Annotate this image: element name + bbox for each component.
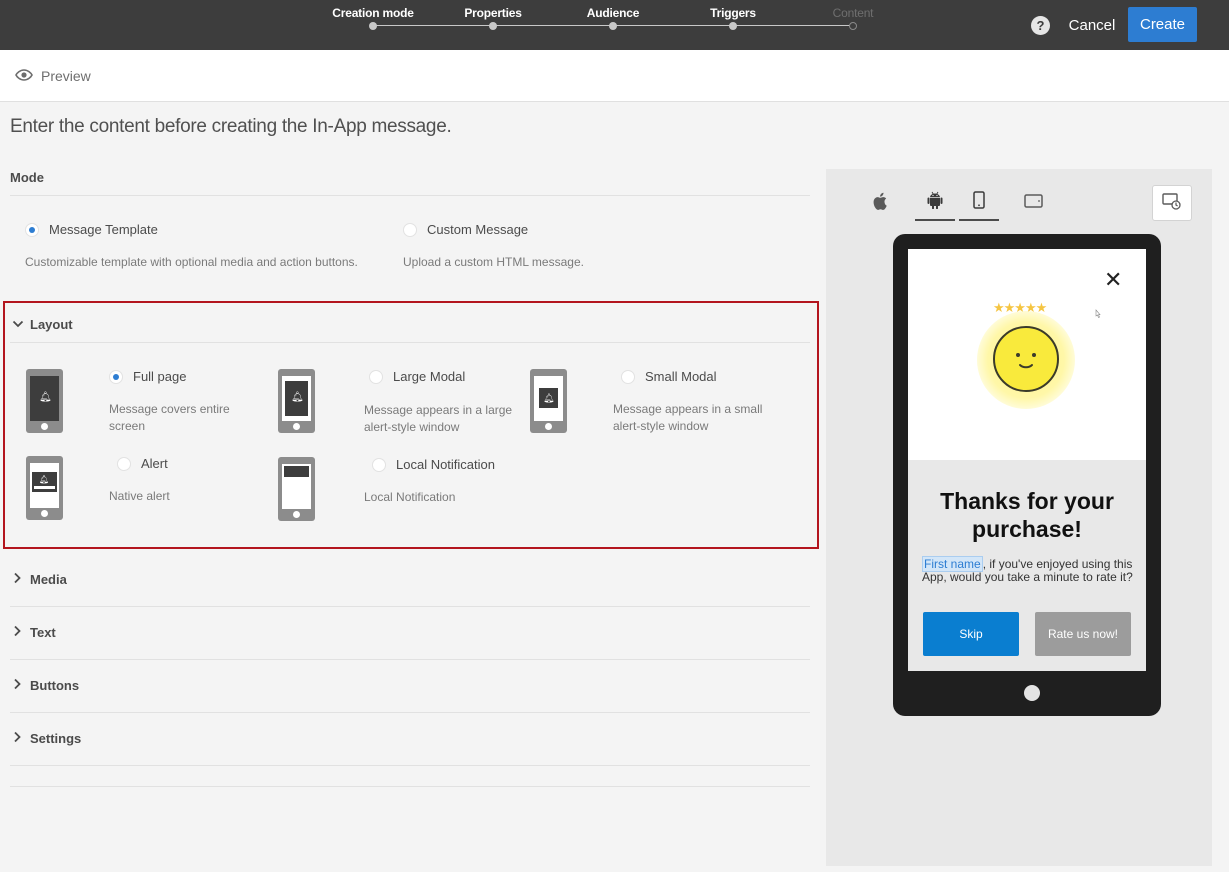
mode-option-custom-message[interactable]: Custom Message <box>403 222 528 237</box>
section-label: Buttons <box>30 678 80 693</box>
step-dot <box>369 22 377 30</box>
message-media: ✕ ★★★★★ <box>908 249 1146 460</box>
section-media[interactable]: Media <box>10 554 810 607</box>
step-dot <box>609 22 617 30</box>
option-description: Upload a custom HTML message. <box>403 255 584 269</box>
divider <box>10 342 810 343</box>
cancel-button[interactable]: Cancel <box>1064 8 1120 42</box>
radio-button[interactable] <box>117 456 131 471</box>
chevron-right-icon <box>12 571 22 589</box>
full-page-phone-icon: 🔔︎ <box>26 369 63 433</box>
step-content[interactable]: Content <box>793 6 913 30</box>
top-bar: Creation mode Properties Audience Trigge… <box>0 0 1229 50</box>
layout-heading: Layout <box>30 317 73 332</box>
rotate-icon <box>1161 191 1183 216</box>
option-description: Local Notification <box>364 490 456 504</box>
large-modal-phone-icon: 🔔︎ <box>278 369 315 433</box>
rate-us-button[interactable]: Rate us now! <box>1035 612 1131 656</box>
option-description: Message appears in a large alert-style w… <box>364 403 513 434</box>
layout-header[interactable]: Layout <box>10 316 810 336</box>
phone-tab[interactable] <box>959 185 999 221</box>
section-buttons[interactable]: Buttons <box>10 660 810 713</box>
radio-button[interactable] <box>25 222 39 237</box>
step-label: Audience <box>586 6 640 20</box>
section-label: Media <box>30 572 67 587</box>
tablet-tab[interactable] <box>1013 185 1053 221</box>
android-icon <box>927 191 943 214</box>
option-description: Message appears in a small alert-style w… <box>613 402 763 433</box>
divider <box>10 786 810 787</box>
option-label: Full page <box>133 369 187 384</box>
local-notification-phone-icon <box>278 457 315 521</box>
step-label: Triggers <box>710 6 756 20</box>
radio-button[interactable] <box>621 369 635 384</box>
apple-tab[interactable] <box>861 185 901 221</box>
step-dot <box>489 22 497 30</box>
option-label: Alert <box>141 456 168 471</box>
step-audience[interactable]: Audience <box>553 6 673 30</box>
preview-button[interactable]: Preview <box>15 68 91 84</box>
radio-button[interactable] <box>369 369 383 384</box>
message-body: First name, if you've enjoyed using this… <box>922 556 1136 584</box>
android-tab[interactable] <box>915 185 955 221</box>
option-description: Message covers entire screen <box>109 402 230 433</box>
skip-button[interactable]: Skip <box>923 612 1019 656</box>
chevron-right-icon <box>12 730 22 748</box>
eye-icon <box>15 68 33 84</box>
radio-button[interactable] <box>403 222 417 237</box>
option-description: Customizable template with optional medi… <box>25 255 358 269</box>
close-icon[interactable]: ✕ <box>1104 269 1122 291</box>
preview-bar: Preview <box>0 50 1229 102</box>
chevron-right-icon <box>12 624 22 642</box>
step-properties[interactable]: Properties <box>433 6 553 30</box>
step-creation-mode[interactable]: Creation mode <box>313 6 433 30</box>
layout-option-large-modal[interactable]: Large Modal <box>369 369 465 384</box>
tablet-icon <box>1023 193 1043 213</box>
option-label: Small Modal <box>645 369 717 384</box>
page-intro: Enter the content before creating the In… <box>10 116 452 137</box>
wizard-steps: Creation mode Properties Audience Trigge… <box>332 0 900 50</box>
layout-option-alert[interactable]: Alert <box>117 456 168 471</box>
apple-icon <box>873 192 889 215</box>
option-label: Custom Message <box>427 222 529 237</box>
section-label: Settings <box>30 731 82 746</box>
option-label: Message Template <box>49 222 158 237</box>
radio-button[interactable] <box>109 369 123 384</box>
smiley-icon <box>993 326 1059 392</box>
mode-heading: Mode <box>10 170 44 185</box>
section-settings[interactable]: Settings <box>10 713 810 766</box>
step-dot <box>849 22 857 30</box>
step-label: Content <box>832 6 874 20</box>
create-button[interactable]: Create <box>1128 7 1197 42</box>
small-modal-phone-icon: 🔔︎ <box>530 369 567 433</box>
alert-phone-icon: 🔔︎ <box>26 456 63 520</box>
rotate-button[interactable] <box>1152 185 1192 221</box>
section-text[interactable]: Text <box>10 607 810 660</box>
step-triggers[interactable]: Triggers <box>673 6 793 30</box>
divider <box>10 195 810 196</box>
option-description: Native alert <box>109 489 170 503</box>
help-button[interactable]: ? <box>1031 16 1050 35</box>
layout-option-local-notification[interactable]: Local Notification <box>372 457 495 472</box>
step-label: Properties <box>464 6 522 20</box>
option-label: Local Notification <box>396 457 495 472</box>
option-label: Large Modal <box>393 369 466 384</box>
device-screen: ✕ ★★★★★ Thanks for your purchase! First … <box>908 249 1146 671</box>
preview-label: Preview <box>41 68 91 84</box>
step-label: Creation mode <box>332 6 414 20</box>
chevron-right-icon <box>12 677 22 695</box>
message-title: Thanks for your purchase! <box>940 488 1114 542</box>
radio-button[interactable] <box>372 457 386 472</box>
section-label: Text <box>30 625 56 640</box>
mode-option-message-template[interactable]: Message Template <box>25 222 158 237</box>
layout-option-small-modal[interactable]: Small Modal <box>621 369 717 384</box>
step-dot <box>729 22 737 30</box>
cursor-icon <box>1094 306 1102 324</box>
phone-icon <box>973 190 985 214</box>
device-home-button <box>1024 685 1040 701</box>
layout-option-full-page[interactable]: Full page <box>109 369 186 384</box>
chevron-down-icon <box>12 317 24 335</box>
